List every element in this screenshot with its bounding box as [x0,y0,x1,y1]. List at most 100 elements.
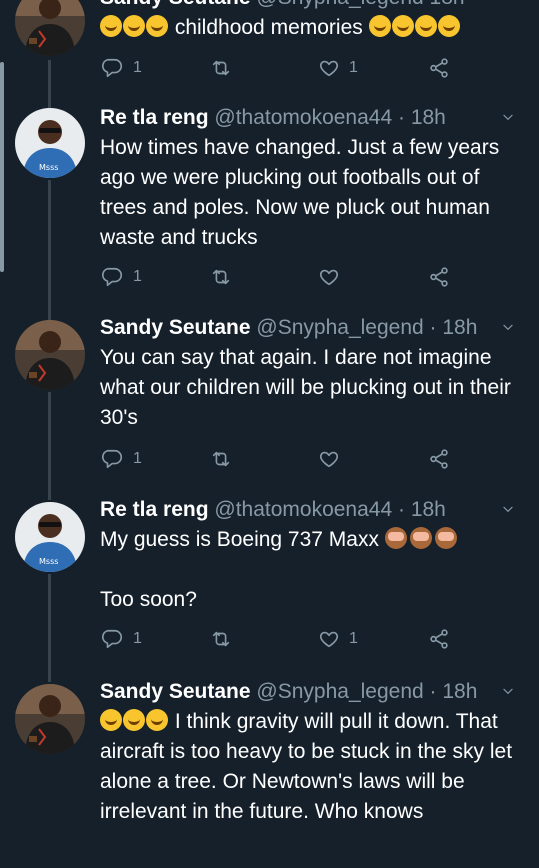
tweet-text: My guess is Boeing 737 Maxx [100,525,525,555]
like-count: 1 [349,630,358,647]
retweet-icon [210,628,232,650]
timestamp[interactable]: · 18h [398,498,446,521]
display-name[interactable]: Re tla reng [100,498,209,521]
avatar[interactable] [15,108,85,178]
avatar[interactable] [15,0,85,56]
tweet-actions: 1 1 [100,626,470,652]
tweet-text: You can say that again. I dare not imagi… [100,346,511,429]
tweet-header: Re tla reng @thatomokoena44 · 18h [100,104,525,132]
reply-icon [102,628,124,650]
like-button[interactable] [318,264,340,290]
tweet-text-body: My guess is Boeing 737 Maxx [100,528,385,551]
retweet-button[interactable] [210,626,232,652]
reply-button[interactable]: 1 [102,55,142,81]
thread-line [48,574,51,682]
tweet-text-line2: Too soon? [100,588,197,611]
like-icon [318,266,340,288]
share-button[interactable] [428,264,450,290]
display-name[interactable]: Sandy Seutane [100,680,251,703]
like-count: 1 [349,59,358,76]
avatar-image [15,320,85,390]
avatar[interactable] [15,502,85,572]
username[interactable]: @Snypha_legend [256,680,423,703]
display-name[interactable]: Sandy Seutane [100,316,251,339]
reply-count: 1 [133,59,142,76]
display-name[interactable]: Sandy Seutane [100,0,251,9]
avatar[interactable] [15,684,85,754]
like-button[interactable]: 1 [318,55,358,81]
retweet-icon [210,57,232,79]
username[interactable]: @thatomokoena44 [214,498,392,521]
rofl-emoji-icon [123,709,145,731]
share-button[interactable] [428,446,450,472]
tweet-text: I think gravity will pull it down. That … [100,707,525,827]
username[interactable]: @Snypha_legend [256,0,423,9]
thread-line [48,180,51,320]
reply-icon [102,448,124,470]
thread-line [48,60,51,108]
reply-count: 1 [133,268,142,285]
share-button[interactable] [428,626,450,652]
reply-count: 1 [133,630,142,647]
like-icon [318,57,340,79]
like-icon [318,628,340,650]
share-button[interactable] [428,55,450,81]
scroll-indicator[interactable] [0,62,4,272]
share-icon [428,266,450,288]
tweet-text: childhood memories [100,13,525,43]
see-no-evil-monkey-icon [384,527,407,549]
avatar-image [15,0,85,56]
rofl-emoji-icon [414,15,437,37]
avatar[interactable] [15,320,85,390]
reply-button[interactable]: 1 [102,264,142,290]
username[interactable]: @Snypha_legend [256,316,423,339]
avatar-image [15,108,85,178]
rofl-emoji-icon [146,15,168,37]
tweet-actions: 1 [100,446,470,472]
tweet-actions: 1 [100,264,470,290]
rofl-emoji-icon [146,709,168,731]
rofl-emoji-icon [100,15,122,37]
chevron-down-icon[interactable] [501,320,515,334]
chevron-down-icon[interactable] [501,684,515,698]
see-no-evil-monkey-icon [434,527,457,549]
avatar-image [15,684,85,754]
retweet-icon [210,448,232,470]
reply-icon [102,266,124,288]
reply-icon [102,57,124,79]
retweet-button[interactable] [210,264,232,290]
tweet-text-body: childhood memories [169,16,369,39]
avatar-image [15,502,85,572]
tweet-header: Sandy Seutane @Snypha_legend 18h [100,0,525,12]
tweet-header: Sandy Seutane @Snypha_legend · 18h [100,678,525,706]
rofl-emoji-icon [391,15,414,37]
see-no-evil-monkey-icon [409,527,432,549]
username[interactable]: @thatomokoena44 [214,106,392,129]
like-button[interactable] [318,446,340,472]
reply-button[interactable]: 1 [102,626,142,652]
share-icon [428,448,450,470]
rofl-emoji-icon [437,15,460,37]
thread-line [48,392,51,500]
retweet-icon [210,266,232,288]
reply-count: 1 [133,450,142,467]
display-name[interactable]: Re tla reng [100,106,209,129]
like-button[interactable]: 1 [318,626,358,652]
retweet-button[interactable] [210,446,232,472]
retweet-button[interactable] [210,55,232,81]
timestamp[interactable]: · 18h [398,106,446,129]
chevron-down-icon[interactable] [501,110,515,124]
like-icon [318,448,340,470]
reply-button[interactable]: 1 [102,446,142,472]
rofl-emoji-icon [123,15,145,37]
share-icon [428,57,450,79]
share-icon [428,628,450,650]
rofl-emoji-icon [100,709,122,731]
timestamp[interactable]: · 18h [430,316,478,339]
rofl-emoji-icon [368,15,391,37]
timestamp[interactable]: · 18h [430,680,478,703]
tweet-actions: 1 1 [100,55,470,81]
tweet-header: Sandy Seutane @Snypha_legend · 18h [100,314,525,342]
chevron-down-icon[interactable] [501,502,515,516]
timestamp[interactable]: 18h [430,0,465,9]
